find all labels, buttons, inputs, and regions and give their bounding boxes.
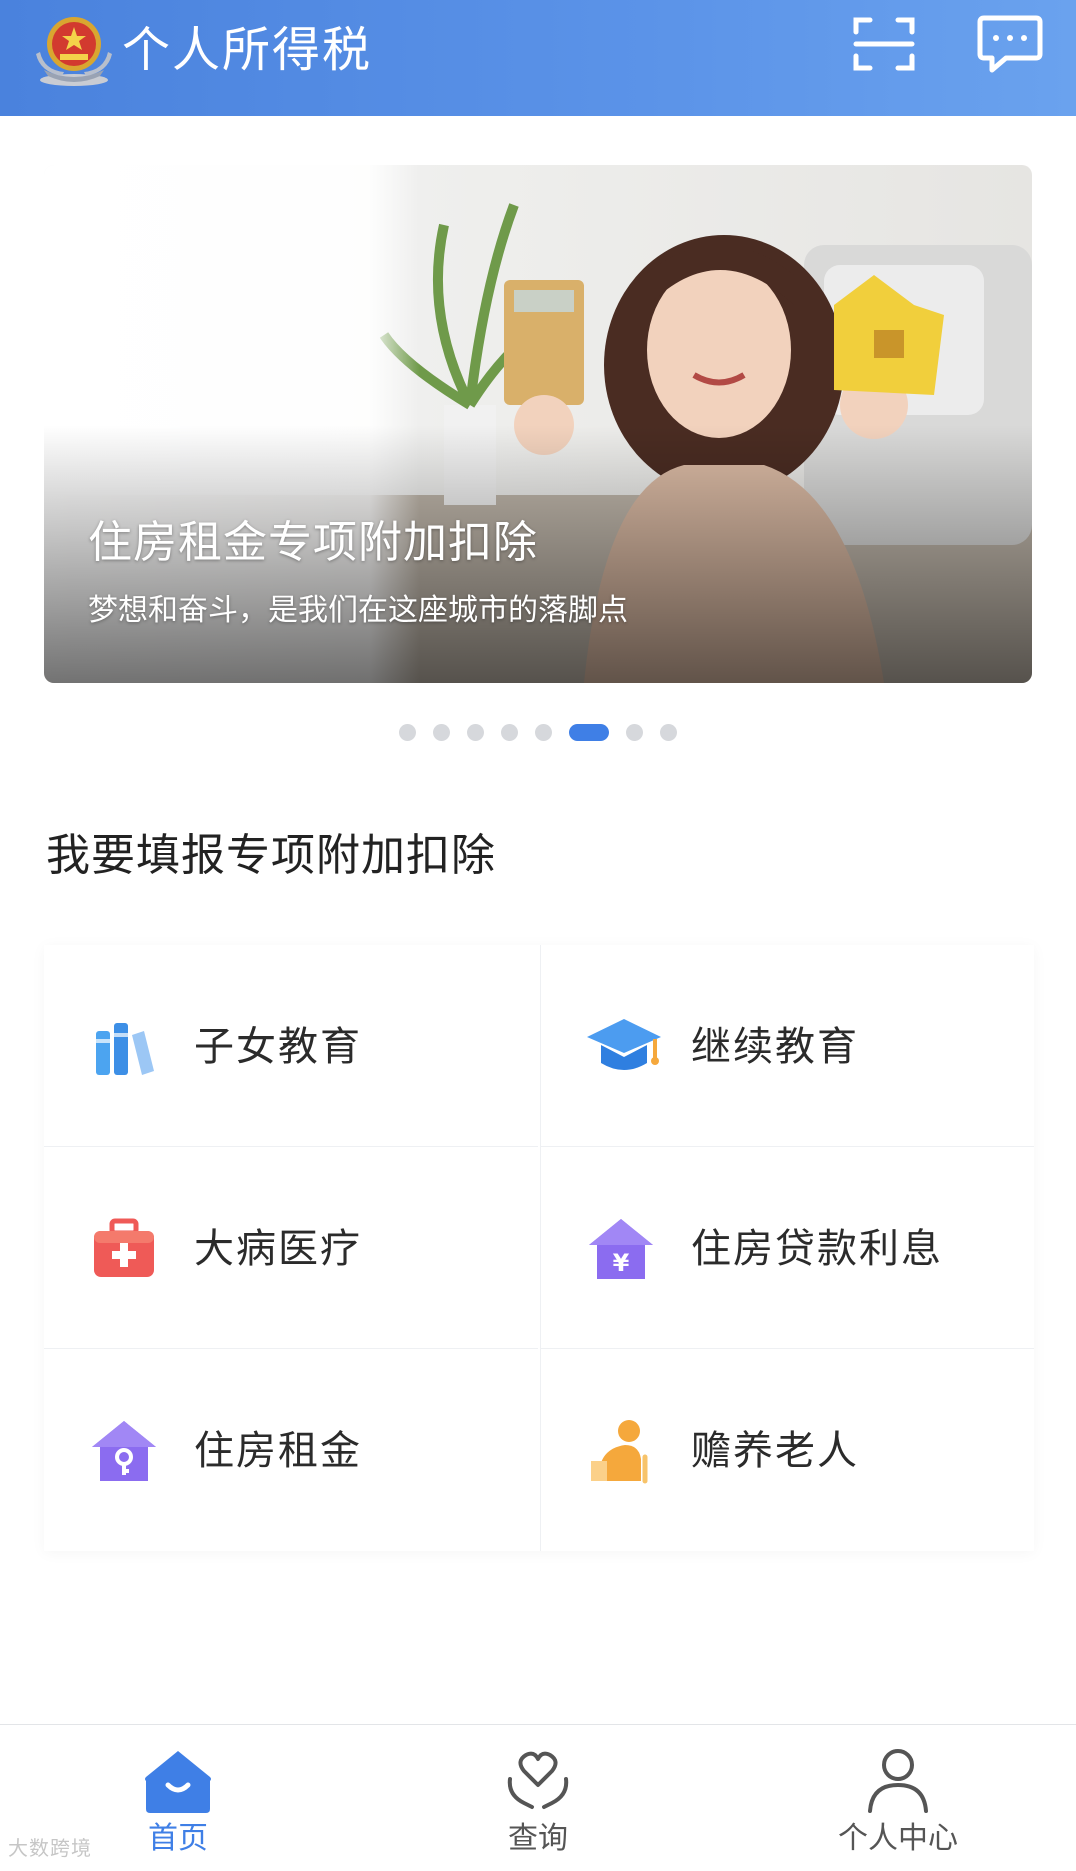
carousel-dot[interactable] [501,723,518,741]
tax-app-screen: 个人所得税 住房租金专项附加扣除 梦想和奋斗，是我们在这座城市的落脚点 我要填报… [0,0,1076,1871]
bottom-nav: 首页 查询 个人中心 [0,1724,1076,1871]
heart-hands-icon [507,1751,569,1809]
graduation-cap-icon [587,1019,661,1070]
message-button[interactable] [976,12,1044,76]
home-icon [145,1751,211,1813]
item-serious-illness-medical[interactable]: 大病医疗 [44,1147,538,1349]
item-label: 住房租金 [194,1428,362,1474]
item-elderly-support[interactable]: 赡养老人 [540,1349,1034,1551]
nav-label: 首页 [148,1821,208,1856]
watermark: 大数跨境 [8,1836,92,1860]
banner-title: 住房租金专项附加扣除 [88,517,538,568]
item-housing-loan-interest[interactable]: ¥ 住房贷款利息 [540,1147,1034,1349]
carousel-dot-active[interactable] [569,723,609,741]
carousel-indicator [0,722,1076,742]
nav-personal-center[interactable]: 个人中心 [798,1725,998,1871]
nav-query[interactable]: 查询 [438,1725,638,1871]
app-header: 个人所得税 [0,0,1076,116]
item-label: 赡养老人 [691,1428,859,1474]
books-icon [96,1023,154,1075]
carousel-dot[interactable] [467,723,484,741]
carousel-dot[interactable] [433,723,450,741]
scan-icon [853,17,915,71]
section-title: 我要填报专项附加扣除 [46,830,496,881]
svg-text:¥: ¥ [613,1249,630,1277]
person-icon [868,1749,928,1813]
item-label: 继续教育 [691,1024,859,1070]
item-label: 子女教育 [194,1024,362,1070]
carousel-dot[interactable] [626,723,643,741]
item-label: 住房贷款利息 [691,1226,943,1272]
app-title: 个人所得税 [122,22,373,78]
message-icon [977,15,1043,73]
elderly-person-icon [591,1420,648,1484]
item-children-education[interactable]: 子女教育 [44,945,538,1147]
house-yuan-icon: ¥ [589,1219,653,1279]
medical-kit-icon [94,1218,154,1277]
scan-button[interactable] [852,14,916,74]
carousel-dot[interactable] [660,723,677,741]
carousel-dot[interactable] [535,723,552,741]
nav-label: 查询 [508,1821,568,1856]
item-label: 大病医疗 [194,1226,362,1272]
item-housing-rent[interactable]: 住房租金 [44,1349,538,1551]
house-key-icon [92,1421,156,1481]
nav-home[interactable]: 首页 [78,1725,278,1871]
carousel-dot[interactable] [399,723,416,741]
item-continuing-education[interactable]: 继续教育 [540,945,1034,1147]
nav-label: 个人中心 [838,1821,958,1856]
banner-subtitle: 梦想和奋斗，是我们在这座城市的落脚点 [88,593,628,628]
deduction-grid: 子女教育 继续教育 大病医疗 ¥ 住房贷款利息 住房租金 赡养老人 [44,945,1034,1551]
tax-emblem-icon [36,17,112,86]
promo-banner[interactable]: 住房租金专项附加扣除 梦想和奋斗，是我们在这座城市的落脚点 [44,165,1032,683]
